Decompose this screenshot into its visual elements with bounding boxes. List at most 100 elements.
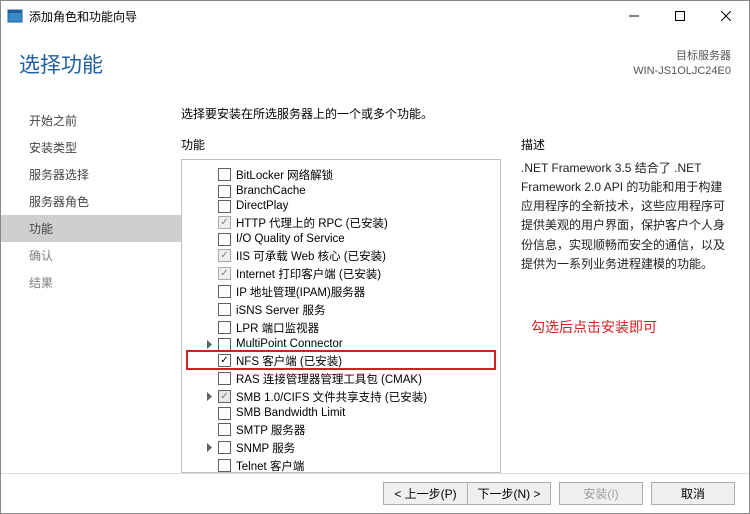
- feature-row[interactable]: Telnet 客户端: [186, 457, 496, 473]
- checkbox[interactable]: [218, 390, 231, 403]
- tree-leaf-icon: [204, 408, 215, 419]
- checkbox[interactable]: [218, 285, 231, 298]
- body: 开始之前安装类型服务器选择服务器角色功能确认结果 选择要安装在所选服务器上的一个…: [1, 92, 749, 473]
- checkbox[interactable]: [218, 249, 231, 262]
- tree-leaf-icon: [204, 286, 215, 297]
- window-buttons: [611, 1, 749, 31]
- minimize-button[interactable]: [611, 1, 657, 31]
- tree-leaf-icon: [204, 169, 215, 180]
- sidebar-item-5[interactable]: 确认: [1, 242, 181, 269]
- checkbox[interactable]: [218, 321, 231, 334]
- page-title: 选择功能: [19, 49, 103, 79]
- checkbox[interactable]: [218, 200, 231, 213]
- feature-label: NFS 客户端 (已安装): [236, 353, 342, 369]
- titlebar-left: 添加角色和功能向导: [7, 8, 137, 25]
- checkbox[interactable]: [218, 372, 231, 385]
- feature-label: SMB 1.0/CIFS 文件共享支持 (已安装): [236, 389, 427, 405]
- columns: 功能 BitLocker 网络解锁 BranchCache DirectPlayHT…: [181, 136, 749, 473]
- titlebar: 添加角色和功能向导: [1, 1, 749, 31]
- tree-leaf-icon: [204, 268, 215, 279]
- main: 选择要安装在所选服务器上的一个或多个功能。 功能 BitLocker 网络解锁B…: [181, 93, 749, 473]
- feature-row[interactable]: MultiPoint Connector: [186, 337, 496, 352]
- nav-button-group: < 上一步(P) 下一步(N) >: [383, 482, 551, 505]
- description-text: .NET Framework 3.5 结合了 .NET Framework 2.…: [521, 159, 731, 274]
- feature-label: IP 地址管理(IPAM)服务器: [236, 284, 365, 300]
- tree-leaf-icon: [204, 355, 215, 366]
- next-button[interactable]: 下一步(N) >: [467, 482, 551, 505]
- feature-row[interactable]: SNMP 服务: [186, 439, 496, 457]
- feature-label: SMTP 服务器: [236, 422, 305, 438]
- sidebar-item-4[interactable]: 功能: [1, 215, 181, 242]
- cancel-button[interactable]: 取消: [651, 482, 735, 505]
- feature-row[interactable]: HTTP 代理上的 RPC (已安装): [186, 214, 496, 232]
- description-label: 描述: [521, 136, 731, 153]
- feature-label: iSNS Server 服务: [236, 302, 325, 318]
- feature-row[interactable]: iSNS Server 服务: [186, 301, 496, 319]
- checkbox[interactable]: [218, 168, 231, 181]
- feature-label: RAS 连接管理器管理工具包 (CMAK): [236, 371, 422, 387]
- wizard-window: 添加角色和功能向导 选择功能 目标服务器 WIN-JS1OLJC24E0 开始之…: [0, 0, 750, 514]
- features-label: 功能: [181, 136, 501, 153]
- checkbox[interactable]: [218, 303, 231, 316]
- checkbox[interactable]: [218, 233, 231, 246]
- feature-row[interactable]: DirectPlay: [186, 199, 496, 214]
- feature-row[interactable]: I/O Quality of Service: [186, 232, 496, 247]
- feature-label: HTTP 代理上的 RPC (已安装): [236, 215, 388, 231]
- checkbox[interactable]: [218, 267, 231, 280]
- feature-row[interactable]: IP 地址管理(IPAM)服务器: [186, 283, 496, 301]
- tree-leaf-icon: [204, 373, 215, 384]
- feature-row[interactable]: BranchCache: [186, 184, 496, 199]
- feature-label: BitLocker 网络解锁: [236, 167, 333, 183]
- checkbox[interactable]: [218, 338, 231, 351]
- sidebar-item-2[interactable]: 服务器选择: [1, 161, 181, 188]
- feature-row[interactable]: IIS 可承载 Web 核心 (已安装): [186, 247, 496, 265]
- install-button[interactable]: 安装(I): [559, 482, 643, 505]
- feature-row[interactable]: RAS 连接管理器管理工具包 (CMAK): [186, 370, 496, 388]
- sidebar-item-3[interactable]: 服务器角色: [1, 188, 181, 215]
- sidebar: 开始之前安装类型服务器选择服务器角色功能确认结果: [1, 93, 181, 473]
- sidebar-item-6[interactable]: 结果: [1, 269, 181, 296]
- feature-row[interactable]: Internet 打印客户端 (已安装): [186, 265, 496, 283]
- feature-row[interactable]: SMTP 服务器: [186, 421, 496, 439]
- feature-label: Internet 打印客户端 (已安装): [236, 266, 381, 282]
- tree-leaf-icon: [204, 201, 215, 212]
- expand-icon[interactable]: [204, 339, 215, 350]
- maximize-button[interactable]: [657, 1, 703, 31]
- features-column: 功能 BitLocker 网络解锁 BranchCache DirectPlayHT…: [181, 136, 501, 473]
- feature-label: BranchCache: [236, 185, 306, 197]
- checkbox[interactable]: [218, 185, 231, 198]
- close-button[interactable]: [703, 1, 749, 31]
- checkbox[interactable]: [218, 354, 231, 367]
- expand-icon[interactable]: [204, 391, 215, 402]
- expand-icon[interactable]: [204, 442, 215, 453]
- tree-leaf-icon: [204, 217, 215, 228]
- feature-label: SMB Bandwidth Limit: [236, 407, 345, 419]
- feature-row[interactable]: SMB 1.0/CIFS 文件共享支持 (已安装): [186, 388, 496, 406]
- checkbox[interactable]: [218, 459, 231, 472]
- tree-leaf-icon: [204, 234, 215, 245]
- checkbox[interactable]: [218, 407, 231, 420]
- feature-row[interactable]: NFS 客户端 (已安装): [186, 352, 496, 370]
- description-column: 描述 .NET Framework 3.5 结合了 .NET Framework…: [521, 136, 749, 473]
- target-label: 目标服务器: [633, 49, 731, 64]
- target-info: 目标服务器 WIN-JS1OLJC24E0: [633, 49, 731, 80]
- prev-button[interactable]: < 上一步(P): [383, 482, 467, 505]
- sidebar-item-0[interactable]: 开始之前: [1, 107, 181, 134]
- checkbox[interactable]: [218, 423, 231, 436]
- annotation-text: 勾选后点击安装即可: [531, 317, 657, 337]
- feature-label: IIS 可承载 Web 核心 (已安装): [236, 248, 386, 264]
- feature-row[interactable]: SMB Bandwidth Limit: [186, 406, 496, 421]
- header: 选择功能 目标服务器 WIN-JS1OLJC24E0: [1, 31, 749, 92]
- sidebar-item-1[interactable]: 安装类型: [1, 134, 181, 161]
- features-list[interactable]: BitLocker 网络解锁 BranchCache DirectPlayHTTP …: [181, 159, 501, 473]
- feature-label: MultiPoint Connector: [236, 338, 343, 350]
- feature-label: LPR 端口监视器: [236, 320, 319, 336]
- checkbox[interactable]: [218, 216, 231, 229]
- app-icon: [7, 8, 23, 24]
- titlebar-text: 添加角色和功能向导: [29, 8, 137, 25]
- feature-row[interactable]: LPR 端口监视器: [186, 319, 496, 337]
- tree-leaf-icon: [204, 460, 215, 471]
- tree-leaf-icon: [204, 322, 215, 333]
- feature-row[interactable]: BitLocker 网络解锁: [186, 166, 496, 184]
- checkbox[interactable]: [218, 441, 231, 454]
